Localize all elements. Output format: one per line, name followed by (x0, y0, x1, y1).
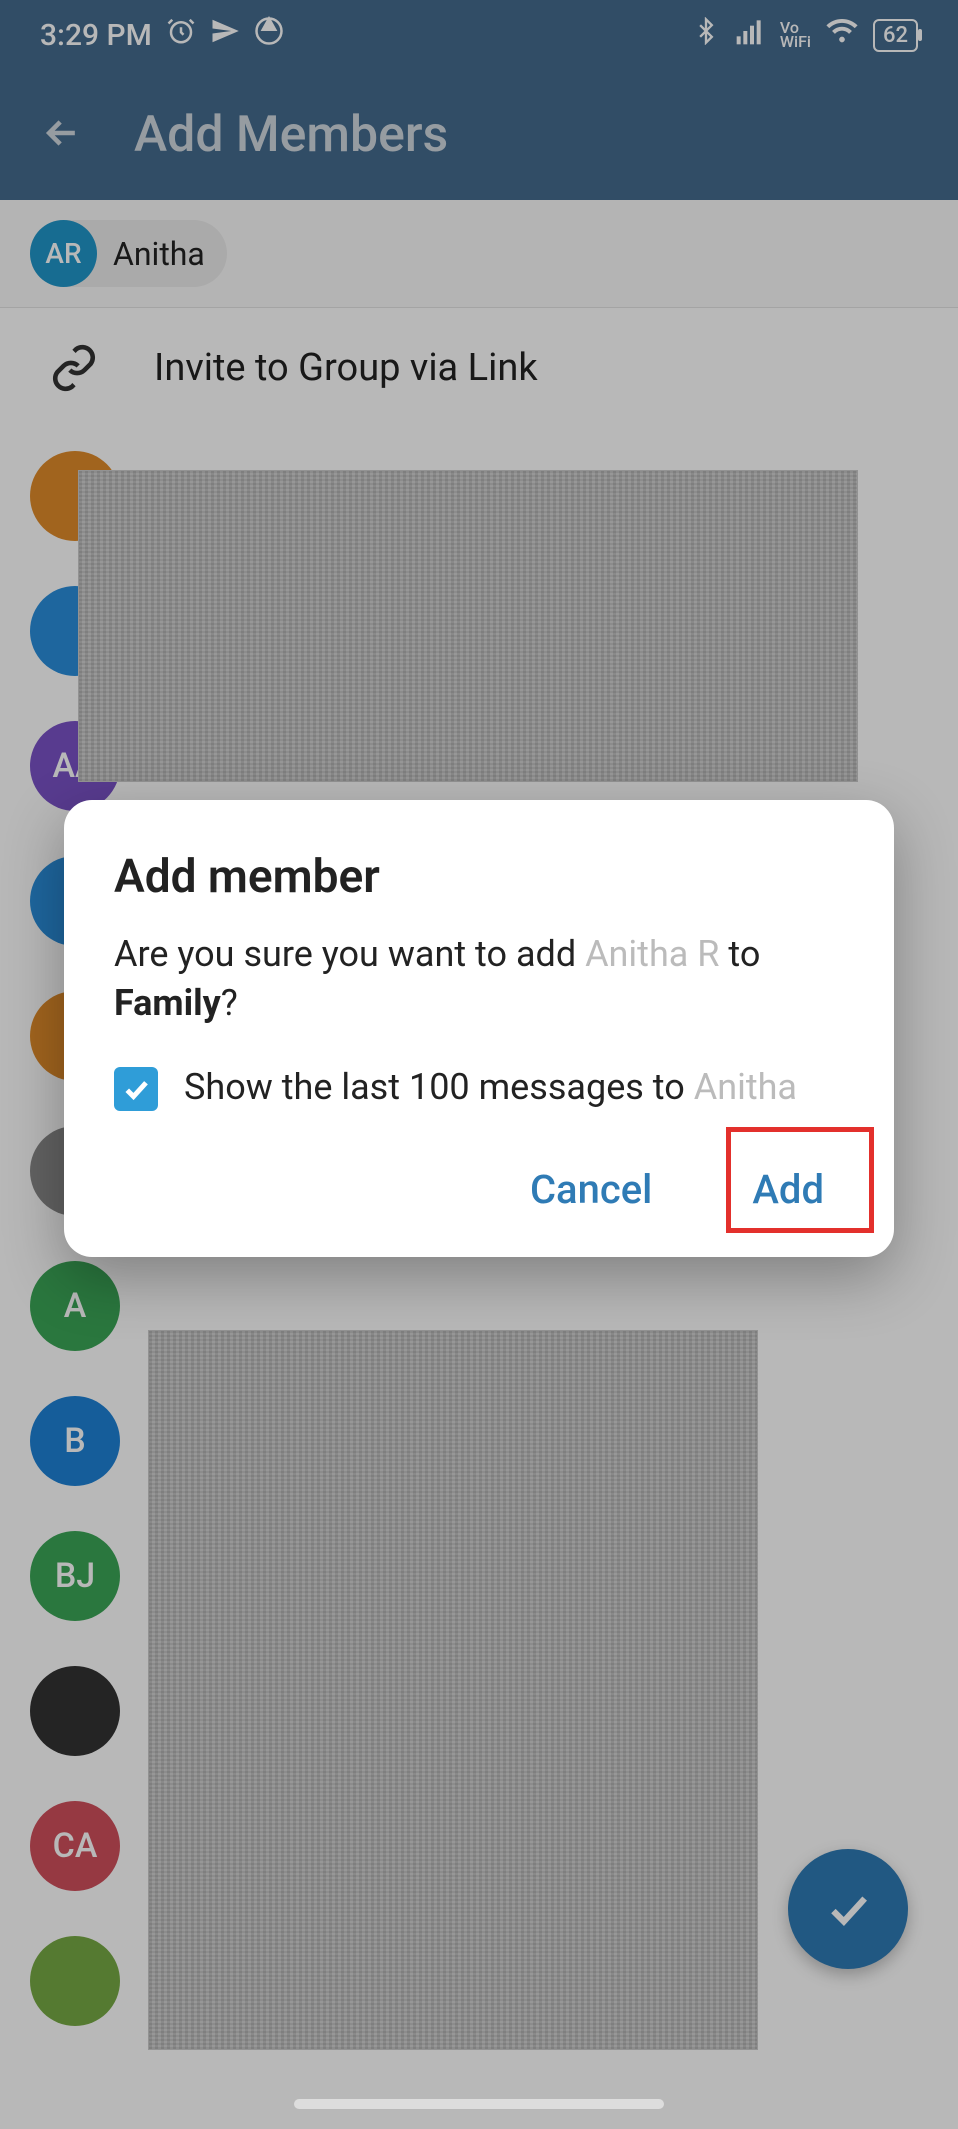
add-member-dialog: Add member Are you sure you want to add … (64, 800, 894, 1257)
dialog-body: Are you sure you want to add Anitha R to… (114, 930, 844, 1027)
annotation-highlight (726, 1127, 874, 1233)
checkbox-checked-icon[interactable] (114, 1067, 158, 1111)
gesture-handle[interactable] (294, 2099, 664, 2109)
modal-overlay[interactable]: Add member Are you sure you want to add … (0, 0, 958, 2129)
dialog-title: Add member (114, 850, 844, 904)
show-history-row[interactable]: Show the last 100 messages to Anitha (114, 1063, 844, 1112)
cancel-button[interactable]: Cancel (510, 1152, 672, 1227)
